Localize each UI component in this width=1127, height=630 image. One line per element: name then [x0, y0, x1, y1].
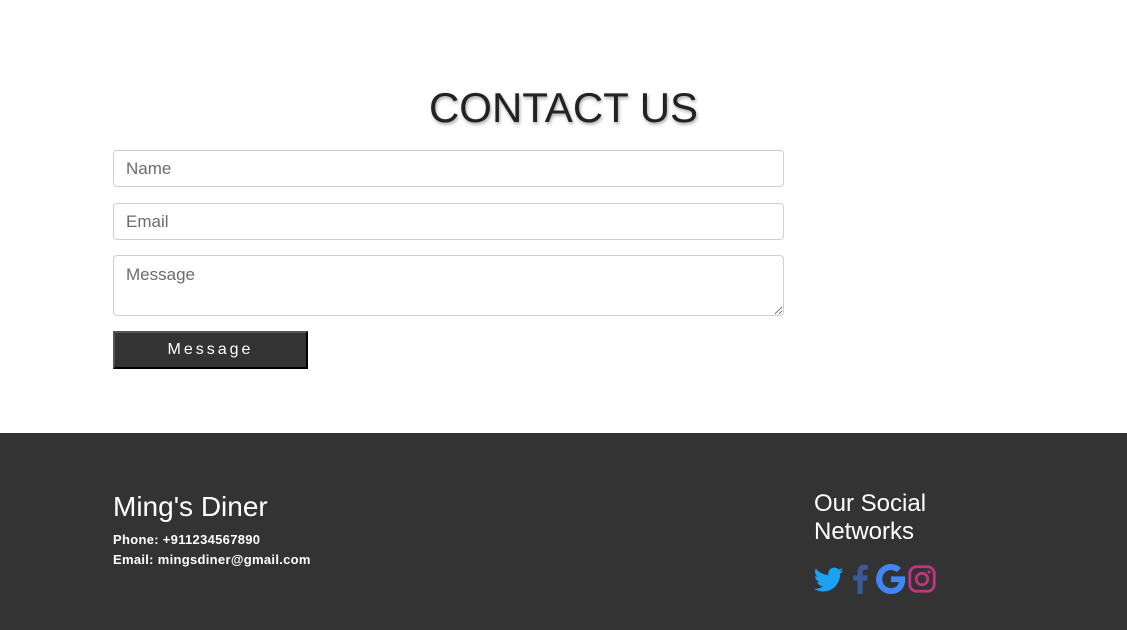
phone-number: +911234567890 — [162, 532, 261, 547]
email-label: Email: — [113, 552, 154, 567]
facebook-link[interactable] — [845, 562, 875, 596]
twitter-icon — [814, 567, 844, 592]
twitter-link[interactable] — [814, 562, 844, 596]
google-link[interactable] — [876, 562, 906, 596]
facebook-icon — [853, 564, 868, 594]
phone-label: Phone: — [113, 532, 159, 547]
email-line: Email: mingsdiner@gmail.com — [113, 551, 311, 569]
social-icons — [814, 562, 938, 596]
contact-section: CONTACT US Message — [0, 0, 1127, 433]
name-input[interactable] — [113, 150, 784, 187]
email-input[interactable] — [113, 203, 784, 240]
footer: Ming's Diner Phone: +911234567890 Email:… — [0, 433, 1127, 630]
message-textarea[interactable] — [113, 255, 784, 316]
phone-line: Phone: +911234567890 — [113, 531, 260, 549]
instagram-link[interactable] — [907, 562, 937, 596]
social-networks-heading: Our Social Networks — [814, 490, 927, 545]
brand-name: Ming's Diner — [113, 491, 268, 522]
instagram-icon — [908, 565, 936, 593]
send-message-button[interactable]: Message — [113, 331, 308, 369]
page-title: CONTACT US — [428, 84, 699, 131]
google-icon — [876, 564, 906, 594]
email-address: mingsdiner@gmail.com — [157, 552, 311, 567]
